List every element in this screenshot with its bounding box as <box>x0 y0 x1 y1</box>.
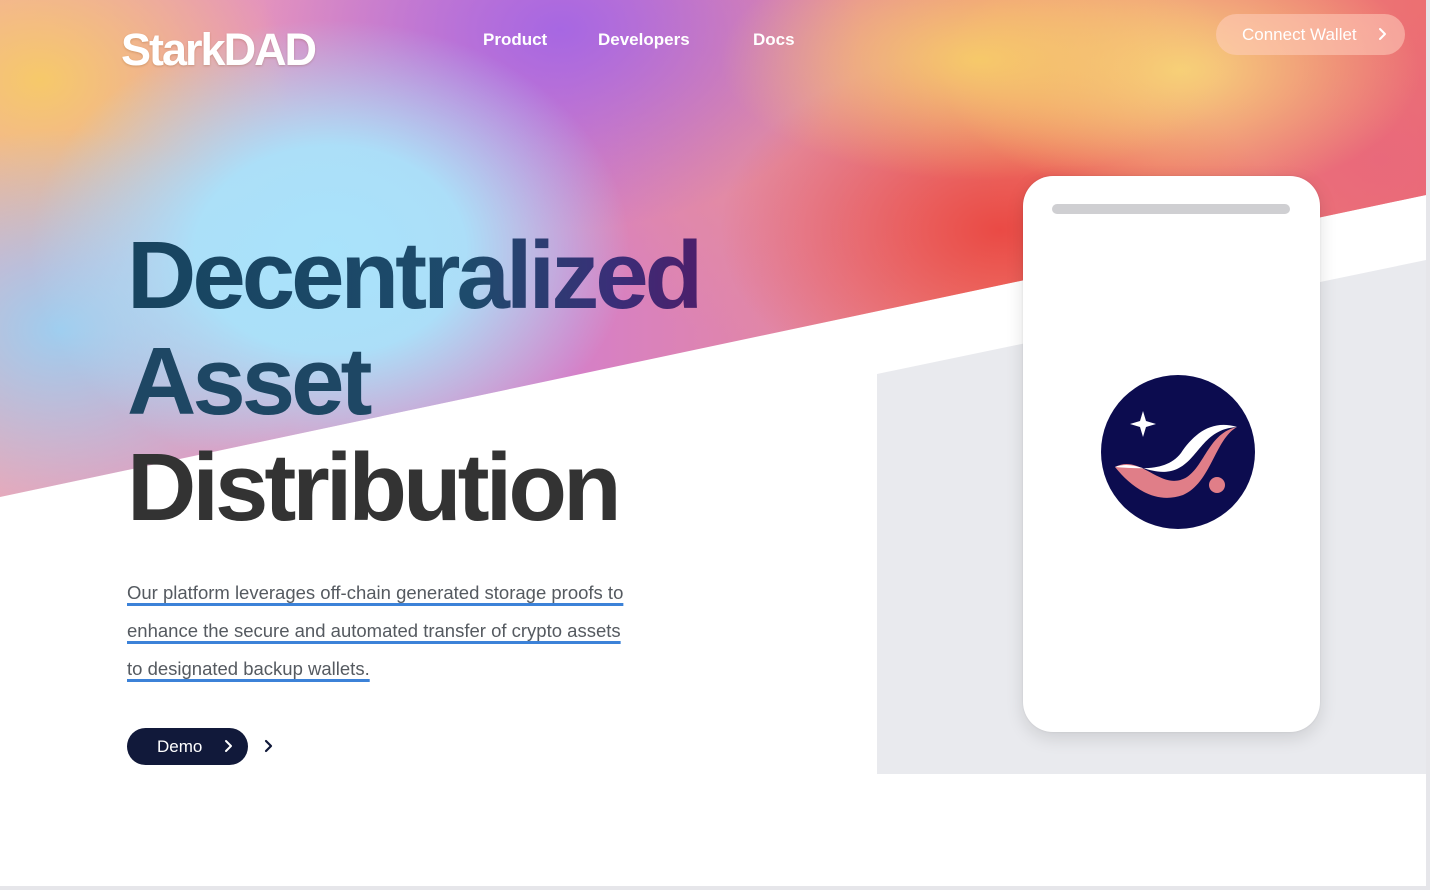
connect-wallet-label: Connect Wallet <box>1242 24 1357 44</box>
starknet-logo-icon <box>1101 375 1255 529</box>
connect-wallet-button[interactable]: Connect Wallet <box>1216 14 1405 55</box>
hero-headline: Decentralized Asset Distribution <box>127 223 847 541</box>
hero-description: Our platform leverages off-chain generat… <box>127 574 687 688</box>
demo-button-label: Demo <box>157 736 203 756</box>
phone-mockup <box>1023 176 1320 732</box>
headline-line-3: Distribution <box>127 434 622 541</box>
nav-link-developers[interactable]: Developers <box>598 30 690 50</box>
landing-page: StarkDAD Product Developers Docs Connect… <box>0 0 1426 886</box>
nav-link-docs[interactable]: Docs <box>753 30 795 50</box>
headline-text-decentralized: Decentralized <box>127 222 703 329</box>
description-line-3: to designated backup wallets. <box>127 658 370 679</box>
nav-link-product[interactable]: Product <box>483 30 547 50</box>
headline-line-2: Asset <box>127 328 372 435</box>
window-edge-right <box>1426 0 1430 890</box>
brand-logo[interactable]: StarkDAD <box>121 24 317 76</box>
window-edge-bottom <box>0 886 1430 890</box>
headline-line-1: Decentralized <box>127 223 847 329</box>
chevron-right-icon[interactable] <box>262 738 276 754</box>
description-line-1: Our platform leverages off-chain generat… <box>127 582 624 603</box>
demo-button[interactable]: Demo <box>127 728 248 765</box>
description-line-2: enhance the secure and automated transfe… <box>127 620 621 641</box>
phone-status-bar <box>1052 204 1290 214</box>
chevron-right-icon <box>1379 28 1386 40</box>
chevron-right-icon <box>225 740 232 752</box>
